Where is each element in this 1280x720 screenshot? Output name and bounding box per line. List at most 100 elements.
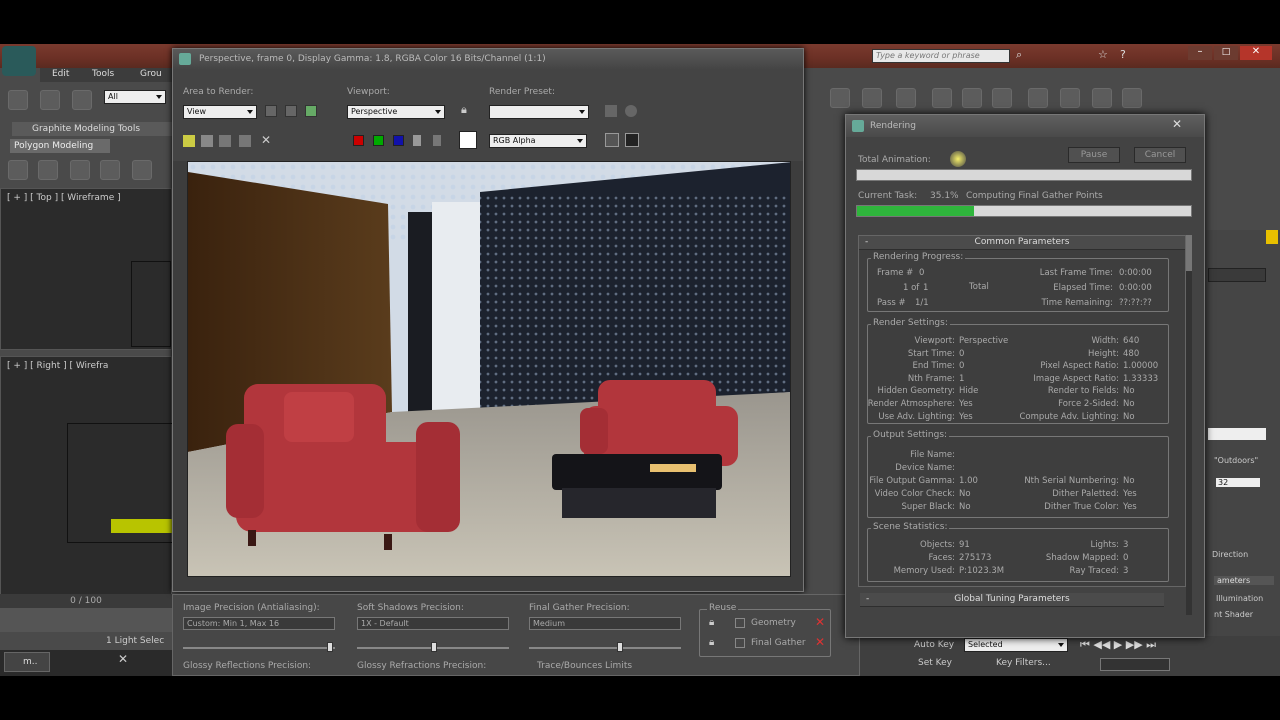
pass-label: Pass # xyxy=(877,298,906,308)
viewport-right[interactable]: [ + ] [ Right ] [ Wirefra xyxy=(0,356,173,596)
modeling-tool-icon[interactable] xyxy=(100,160,120,180)
binoculars-icon[interactable]: ⌕ xyxy=(1016,48,1030,62)
bind-spacewarp-icon[interactable] xyxy=(72,90,92,110)
close-icon[interactable]: ✕ xyxy=(1240,46,1272,60)
help-icon[interactable]: ? xyxy=(1120,48,1134,62)
tab-graphite-modeling-tools[interactable]: Graphite Modeling Tools xyxy=(12,122,172,136)
render-setup-icon[interactable] xyxy=(605,105,617,117)
print-image-icon[interactable] xyxy=(239,135,251,147)
close-icon[interactable]: ✕ xyxy=(118,652,128,666)
toggle-ui-overlay-icon[interactable] xyxy=(605,133,619,147)
toggle-ui-icon[interactable] xyxy=(625,133,639,147)
key-filters-button[interactable]: Key Filters... xyxy=(996,658,1051,668)
menu-group[interactable]: Grou xyxy=(140,69,162,79)
copy-image-icon[interactable] xyxy=(201,135,213,147)
panel-dropdown[interactable]: 32 xyxy=(1216,478,1260,487)
alpha-channel-toggle[interactable] xyxy=(413,135,421,146)
tab-polygon-modeling[interactable]: Polygon Modeling xyxy=(10,139,110,153)
lock-icon[interactable]: 🔒︎ xyxy=(461,103,467,117)
render-setup-icon[interactable] xyxy=(1060,88,1080,108)
image-precision-slider[interactable] xyxy=(183,647,335,649)
final-gather-label: Final Gather Precision: xyxy=(529,603,630,613)
render-setting-label: Start Time: xyxy=(907,348,955,359)
modeling-tool-icon[interactable] xyxy=(38,160,58,180)
auto-region-icon[interactable] xyxy=(285,105,297,117)
soft-shadows-knob[interactable] xyxy=(431,642,437,652)
viewport-dropdown[interactable]: Perspective xyxy=(347,105,445,119)
unlink-icon[interactable] xyxy=(40,90,60,110)
viewport-right-label[interactable]: [ + ] [ Right ] [ Wirefra xyxy=(7,361,108,371)
scrollbar[interactable] xyxy=(1186,235,1192,615)
set-key-label[interactable]: Set Key xyxy=(918,658,952,668)
display-channel-dropdown[interactable]: RGB Alpha xyxy=(489,134,587,148)
clear-final-gather-icon[interactable]: ✕ xyxy=(815,636,827,649)
clone-frame-icon[interactable] xyxy=(219,135,231,147)
save-image-icon[interactable] xyxy=(183,135,195,147)
panel-field[interactable] xyxy=(1208,428,1266,440)
edit-region-icon[interactable] xyxy=(265,105,277,117)
green-channel-toggle[interactable] xyxy=(373,135,384,146)
current-frame-field[interactable] xyxy=(1100,658,1170,671)
auto-key-label[interactable]: Auto Key xyxy=(914,640,954,650)
lock-icon[interactable]: 🔒︎ xyxy=(709,617,714,628)
align-icon[interactable] xyxy=(862,88,882,108)
star-icon[interactable]: ☆ xyxy=(1098,48,1112,62)
playback-controls[interactable]: ⏮ ◀◀ ▶ ▶▶ ⏭ xyxy=(1080,638,1156,652)
mirror-icon[interactable] xyxy=(830,88,850,108)
selected-light-object[interactable] xyxy=(111,519,173,533)
render-teapot-icon[interactable] xyxy=(1122,88,1142,108)
selection-filter-dropdown[interactable]: All xyxy=(104,90,166,104)
rendered-frame-icon[interactable] xyxy=(1092,88,1112,108)
final-gather-field[interactable]: Medium xyxy=(529,617,681,630)
final-gather-knob[interactable] xyxy=(617,642,623,652)
timeline-slider[interactable]: 0 / 100 xyxy=(0,594,172,608)
reuse-geometry-checkbox[interactable] xyxy=(735,618,745,628)
soft-shadows-field[interactable]: 1X - Default xyxy=(357,617,509,630)
modeling-tool-icon[interactable] xyxy=(8,160,28,180)
clear-geometry-icon[interactable]: ✕ xyxy=(815,616,827,629)
viewport-top[interactable]: [ + ] [ Top ] [ Wireframe ] xyxy=(0,188,172,350)
modeling-tool-icon[interactable] xyxy=(70,160,90,180)
maximize-icon[interactable]: □ xyxy=(1214,46,1238,60)
close-icon[interactable]: ✕ xyxy=(1172,117,1182,131)
monochrome-toggle[interactable] xyxy=(433,135,441,146)
reuse-final-gather-checkbox[interactable] xyxy=(735,638,745,648)
menu-edit[interactable]: Edit xyxy=(52,69,69,79)
viewport-top-label[interactable]: [ + ] [ Top ] [ Wireframe ] xyxy=(7,193,121,203)
curve-editor-icon[interactable] xyxy=(962,88,982,108)
image-precision-knob[interactable] xyxy=(327,642,333,652)
region-select-icon[interactable] xyxy=(305,105,317,117)
render-preset-dropdown[interactable] xyxy=(489,105,589,119)
rendered-frame-window: Perspective, frame 0, Display Gamma: 1.8… xyxy=(172,48,804,592)
track-bar[interactable] xyxy=(0,608,172,632)
environment-effects-icon[interactable] xyxy=(625,105,637,117)
color-swatch[interactable] xyxy=(1266,230,1278,244)
panel-rollout[interactable]: ameters xyxy=(1214,576,1274,585)
app-logo-icon[interactable] xyxy=(2,46,36,76)
star-icon[interactable] xyxy=(132,160,152,180)
layer-icon[interactable] xyxy=(896,88,916,108)
cancel-button[interactable]: Cancel xyxy=(1134,147,1186,163)
schematic-icon[interactable] xyxy=(992,88,1012,108)
search-input[interactable]: Type a keyword or phrase xyxy=(872,49,1010,63)
final-gather-slider[interactable] xyxy=(529,647,681,649)
area-to-render-dropdown[interactable]: View xyxy=(183,105,257,119)
minimize-icon[interactable]: – xyxy=(1188,46,1212,60)
common-parameters-header[interactable]: - Common Parameters xyxy=(859,236,1185,250)
scrollbar-thumb[interactable] xyxy=(1186,235,1192,271)
graphite-icon[interactable] xyxy=(932,88,952,108)
pause-button[interactable]: Pause xyxy=(1068,147,1120,163)
material-editor-icon[interactable] xyxy=(1028,88,1048,108)
global-tuning-header[interactable]: - Global Tuning Parameters xyxy=(860,593,1164,607)
panel-field[interactable] xyxy=(1208,268,1266,282)
taskbar-item[interactable]: m.. xyxy=(4,652,50,672)
select-link-icon[interactable] xyxy=(8,90,28,110)
swatch-color[interactable] xyxy=(459,131,477,149)
clear-icon[interactable]: ✕ xyxy=(261,133,271,147)
red-channel-toggle[interactable] xyxy=(353,135,364,146)
key-mode-dropdown[interactable]: Selected xyxy=(964,638,1068,652)
lock-icon[interactable]: 🔒︎ xyxy=(709,637,714,648)
blue-channel-toggle[interactable] xyxy=(393,135,404,146)
image-precision-field[interactable]: Custom: Min 1, Max 16 xyxy=(183,617,335,630)
menu-tools[interactable]: Tools xyxy=(92,69,114,79)
